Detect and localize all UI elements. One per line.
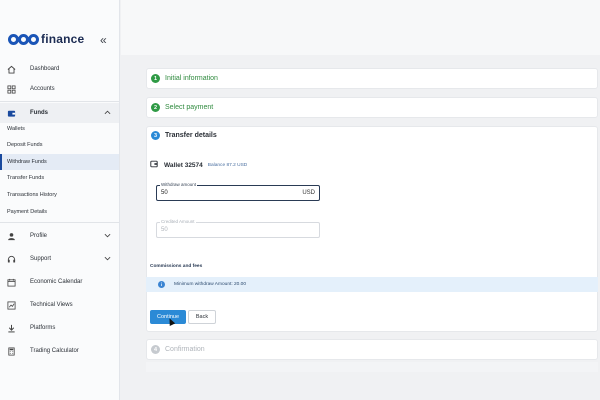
chevron-down-icon bbox=[104, 233, 111, 240]
chevron-up-icon bbox=[104, 110, 111, 117]
download-icon bbox=[7, 324, 16, 333]
sidebar-subitem-transfer-funds[interactable]: Transfer Funds bbox=[0, 170, 119, 186]
commissions-heading: Commissions and fees bbox=[150, 264, 203, 269]
wallet-name: Wallet 32574 bbox=[164, 161, 203, 169]
step-select-payment[interactable]: 2 Select payment bbox=[146, 97, 598, 118]
footer-placeholder bbox=[146, 362, 598, 372]
sidebar-subitem-deposit-funds[interactable]: Deposit Funds bbox=[0, 137, 119, 153]
step-title: Transfer details bbox=[165, 132, 217, 139]
sidebar-item-label: Economic Calendar bbox=[30, 279, 83, 285]
sidebar-item-label: Technical Views bbox=[30, 302, 73, 308]
credited-amount-value: 50 bbox=[161, 227, 168, 233]
back-button[interactable]: Back bbox=[188, 310, 216, 324]
sidebar-item-label: Profile bbox=[30, 233, 48, 239]
sidebar-item-label: Accounts bbox=[30, 86, 55, 92]
credited-amount-field: Credited Amount 50 bbox=[156, 219, 320, 238]
sidebar-subitem-withdraw-funds[interactable]: Withdraw Funds bbox=[0, 154, 119, 170]
step-number-badge: 3 bbox=[151, 131, 160, 140]
step-confirmation: 4 Confirmation bbox=[146, 339, 598, 360]
step-number-badge: 2 bbox=[151, 103, 160, 112]
withdraw-amount-value[interactable]: 50 bbox=[161, 190, 168, 196]
step-number-badge: 4 bbox=[151, 345, 160, 354]
sidebar-item-label: Dashboard bbox=[30, 66, 60, 72]
collapse-sidebar-icon[interactable]: « bbox=[100, 33, 107, 47]
withdraw-amount-field[interactable]: Withdraw amount 50 USD bbox=[156, 182, 320, 201]
top-bar bbox=[121, 0, 600, 55]
sidebar-subitem-transactions-history[interactable]: Transactions History bbox=[0, 187, 119, 203]
sidebar-item-profile[interactable]: Profile bbox=[0, 226, 119, 246]
logo-mark-icon bbox=[8, 33, 39, 45]
step-number-badge: 1 bbox=[151, 74, 160, 83]
calendar-icon bbox=[7, 278, 16, 287]
min-withdraw-info-banner: i Minimum withdraw Amount: 20.00 bbox=[146, 277, 598, 292]
step-initial-information[interactable]: 1 Initial information bbox=[146, 68, 598, 89]
user-icon bbox=[7, 232, 16, 241]
sidebar-item-dashboard[interactable]: Dashboard bbox=[0, 59, 119, 79]
sidebar-item-label: Support bbox=[30, 256, 52, 262]
wallet-balance: Balance 87.2 USD bbox=[207, 162, 248, 168]
sidebar-item-support[interactable]: Support bbox=[0, 249, 119, 269]
divider bbox=[0, 101, 119, 102]
step-title: Confirmation bbox=[165, 346, 205, 353]
sidebar-item-label: Platforms bbox=[30, 325, 56, 331]
brand-name: finance bbox=[41, 32, 85, 46]
grid-icon bbox=[7, 84, 16, 94]
sidebar-item-trading-calculator[interactable]: Trading Calculator bbox=[0, 341, 119, 361]
field-label: Withdraw amount bbox=[160, 182, 198, 187]
headset-icon bbox=[7, 255, 16, 264]
sidebar-item-label: Funds bbox=[30, 110, 48, 116]
sidebar-subitem-payment-details[interactable]: Payment Details bbox=[0, 204, 119, 220]
info-text: Minimum withdraw Amount: 20.00 bbox=[174, 282, 246, 287]
sidebar-item-accounts[interactable]: Accounts bbox=[0, 79, 119, 99]
field-label: Credited Amount bbox=[160, 219, 196, 224]
wallet-info: Wallet 32574 Balance 87.2 USD bbox=[150, 160, 247, 170]
wallet-icon bbox=[150, 160, 158, 170]
sidebar-item-platforms[interactable]: Platforms bbox=[0, 318, 119, 338]
currency-label: USD bbox=[302, 190, 315, 196]
home-icon bbox=[7, 65, 16, 74]
divider bbox=[0, 222, 119, 223]
sidebar: finance « Dashboard Accounts Funds Walle… bbox=[0, 0, 120, 400]
step-title: Initial information bbox=[165, 75, 218, 82]
step-title: Select payment bbox=[165, 104, 214, 111]
sidebar-item-funds[interactable]: Funds bbox=[0, 103, 119, 123]
sidebar-subitem-wallets[interactable]: Wallets bbox=[0, 121, 119, 137]
sidebar-item-label: Trading Calculator bbox=[30, 348, 79, 354]
chart-icon bbox=[7, 300, 16, 310]
sidebar-item-economic-calendar[interactable]: Economic Calendar bbox=[0, 272, 119, 292]
chevron-down-icon bbox=[104, 256, 111, 263]
brand-logo[interactable]: finance bbox=[8, 32, 84, 46]
wallet-icon bbox=[7, 109, 16, 118]
info-icon: i bbox=[158, 281, 165, 288]
calculator-icon bbox=[7, 346, 16, 356]
sidebar-item-technical-views[interactable]: Technical Views bbox=[0, 295, 119, 315]
